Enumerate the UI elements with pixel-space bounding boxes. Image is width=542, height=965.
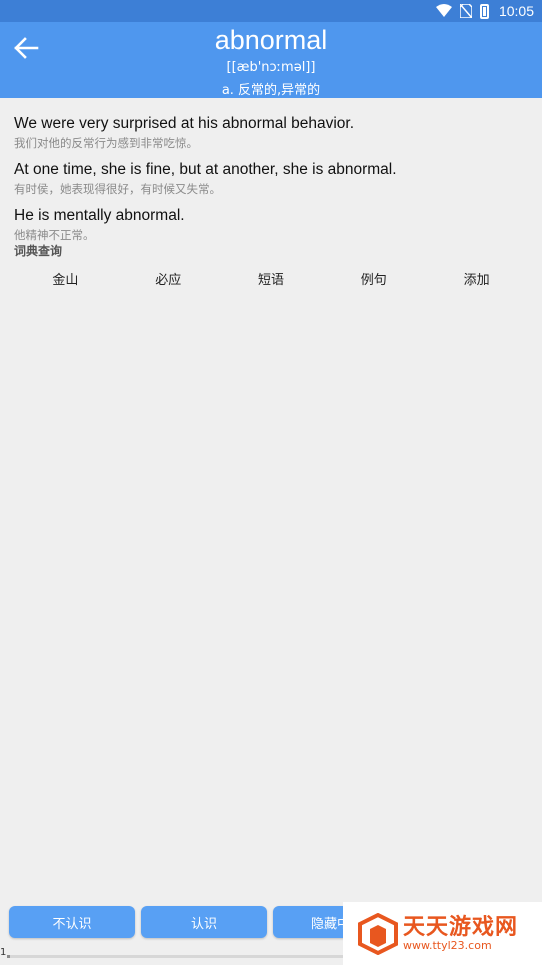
dont-know-button[interactable]: 不认识 xyxy=(9,906,135,938)
cube-logo-icon xyxy=(358,912,398,955)
dictionary-tabs: 金山 必应 短语 例句 添加 xyxy=(14,270,528,292)
battery-icon xyxy=(479,3,489,19)
progress-fill xyxy=(7,955,11,958)
tab-examples[interactable]: 例句 xyxy=(322,270,425,292)
status-bar: 10:05 xyxy=(0,0,542,22)
sentence-list: We were very surprised at his abnormal b… xyxy=(14,114,532,259)
watermark-title: 天天游戏网 xyxy=(403,914,519,940)
dict-lookup-label: 词典查询 xyxy=(14,244,63,258)
tab-add[interactable]: 添加 xyxy=(425,270,528,292)
word-title: abnormal xyxy=(214,25,328,55)
wifi-icon xyxy=(435,4,452,17)
word-meaning: a. 反常的,异常的 xyxy=(221,83,321,98)
watermark-url: www.ttyl23.com xyxy=(403,938,492,952)
app-bar: abnormal [[æb'nɔːməl]] a. 反常的,异常的 xyxy=(0,22,542,98)
sentence-english: We were very surprised at his abnormal b… xyxy=(14,115,355,132)
sentence-chinese: 有时侯，她表现得很好，有时候又失常。 xyxy=(14,182,221,196)
bottom-action-bar: 不认识 认识 隐藏中 xyxy=(9,906,349,938)
progress-count: 1 xyxy=(0,947,7,958)
watermark: 天天游戏网 www.ttyl23.com xyxy=(343,902,542,965)
status-icons: 10:05 xyxy=(435,3,534,19)
tab-bing[interactable]: 必应 xyxy=(117,270,220,292)
sentence-english: At one time, she is fine, but at another… xyxy=(14,161,397,178)
no-sim-icon xyxy=(459,4,472,18)
phonetic: [[æb'nɔːməl]] xyxy=(226,60,316,75)
know-button[interactable]: 认识 xyxy=(141,906,267,938)
tab-jinshan[interactable]: 金山 xyxy=(14,270,117,292)
progress-track xyxy=(7,955,343,958)
tab-phrases[interactable]: 短语 xyxy=(220,270,323,292)
sentence-english: He is mentally abnormal. xyxy=(14,207,185,224)
list-item: We were very surprised at his abnormal b… xyxy=(14,114,532,152)
progress-bar: 1 xyxy=(0,947,343,959)
sentence-chinese: 我们对他的反常行为感到非常吃惊。 xyxy=(14,136,198,150)
list-item: He is mentally abnormal. 他精神不正常。 xyxy=(14,206,532,244)
hide-button[interactable]: 隐藏中 xyxy=(273,906,349,938)
clock: 10:05 xyxy=(498,3,534,19)
list-item: At one time, she is fine, but at another… xyxy=(14,160,532,198)
